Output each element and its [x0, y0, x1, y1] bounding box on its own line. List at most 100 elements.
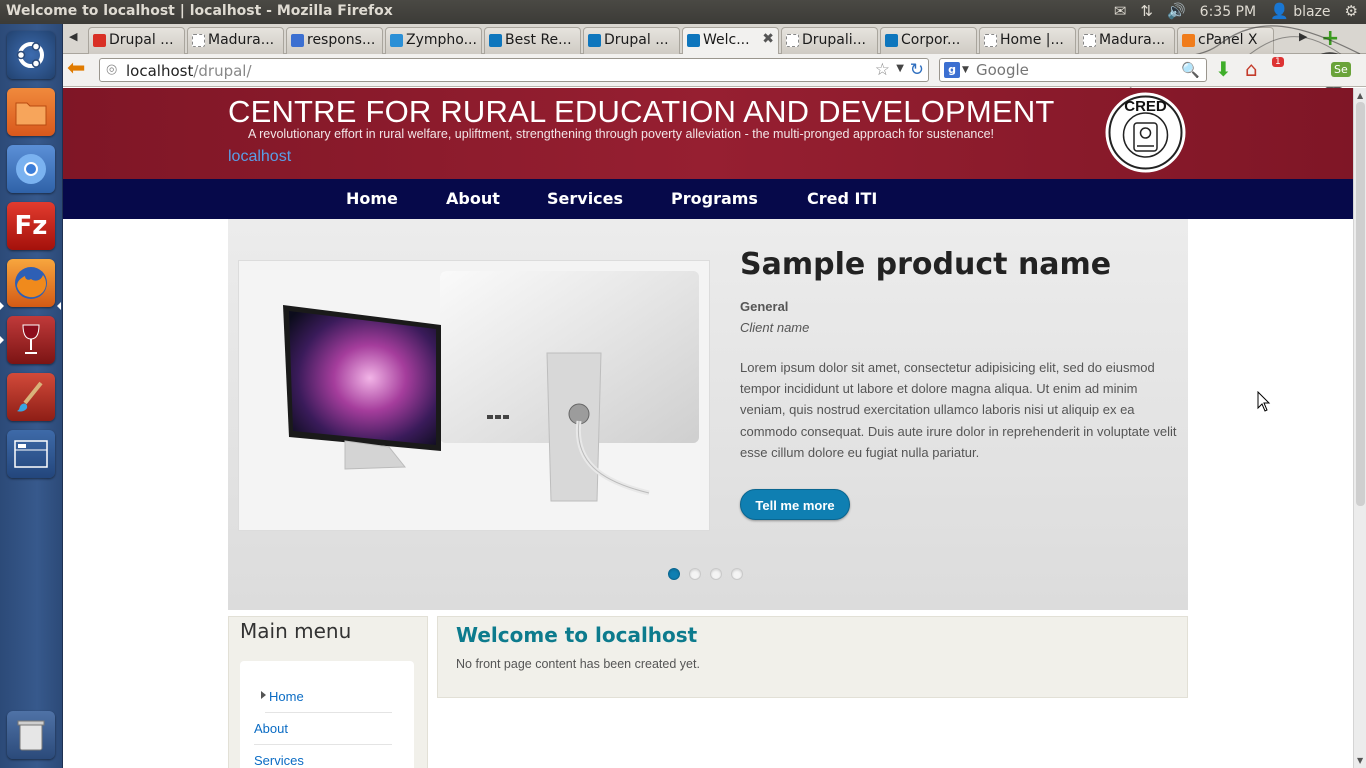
tab-8[interactable]: Drupali...: [781, 27, 878, 54]
url-host: localhost: [126, 62, 194, 80]
scroll-down-icon[interactable]: ▼: [1357, 756, 1363, 765]
main-navigation: Home About Services Programs Cred ITI: [63, 179, 1353, 219]
menu-link-services[interactable]: Services: [254, 753, 392, 768]
tab-label: Drupal ...: [604, 32, 669, 48]
running-indicator: [0, 336, 4, 344]
scrollbar-thumb[interactable]: [1356, 102, 1365, 506]
mail-icon[interactable]: ✉: [1114, 3, 1127, 20]
back-arrow-icon[interactable]: ⬅: [67, 58, 93, 82]
tab-11[interactable]: Madura...: [1078, 27, 1175, 54]
tab-3[interactable]: respons...: [286, 27, 383, 54]
blank-favicon-icon: [786, 34, 799, 47]
tab-close-icon[interactable]: ✖: [762, 31, 774, 47]
url-bar[interactable]: ◎ localhost/drupal/ ☆ ▼ ↻: [99, 58, 929, 82]
volume-icon[interactable]: 🔊: [1167, 3, 1186, 20]
download-arrow-icon[interactable]: ⬇: [1215, 58, 1232, 80]
scroll-up-icon[interactable]: ▲: [1357, 91, 1363, 100]
bookmark-star-icon[interactable]: ☆: [875, 60, 890, 80]
trash-launcher-button[interactable]: [7, 711, 55, 759]
tell-me-more-button[interactable]: Tell me more: [740, 489, 850, 520]
site-name-link[interactable]: localhost: [228, 148, 291, 166]
search-magnifier-icon[interactable]: 🔍: [1181, 61, 1200, 79]
google-engine-icon[interactable]: g: [944, 62, 960, 78]
site-identity-icon[interactable]: ◎: [106, 62, 117, 77]
tab-scroll-left-icon[interactable]: ◀: [69, 30, 77, 43]
nav-about[interactable]: About: [446, 189, 500, 208]
gear-icon[interactable]: ⚙: [1345, 3, 1358, 20]
tab-10[interactable]: Home |...: [979, 27, 1076, 54]
ubuntu-dash-button[interactable]: [7, 31, 55, 79]
menu-link-about[interactable]: About: [254, 721, 392, 745]
tab-4[interactable]: Zympho...: [385, 27, 482, 54]
tab-label: Home |...: [1000, 32, 1064, 48]
slider-dot-4[interactable]: [731, 568, 743, 580]
network-icon[interactable]: ⇅: [1140, 3, 1153, 20]
tab-label: Best Re...: [505, 32, 572, 48]
clock[interactable]: 6:35 PM: [1200, 4, 1256, 20]
paint-launcher-button[interactable]: [7, 373, 55, 421]
tab-scroll-right-icon[interactable]: ▶: [1299, 30, 1307, 43]
firefox-launcher-button[interactable]: [7, 259, 55, 307]
site-slogan: A revolutionary effort in rural welfare,…: [248, 127, 995, 141]
top-panel: Welcome to localhost | localhost - Mozil…: [0, 0, 1366, 24]
page-message: No front page content has been created y…: [456, 657, 700, 671]
site-title[interactable]: CENTRE FOR RURAL EDUCATION AND DEVELOPME…: [228, 94, 1055, 130]
wine-glass-icon: [22, 324, 40, 354]
product-slider: Sample product name General Client name …: [228, 219, 1188, 610]
nav-services[interactable]: Services: [547, 189, 623, 208]
site-header: CENTRE FOR RURAL EDUCATION AND DEVELOPME…: [63, 88, 1353, 179]
tab-label: Welc...: [703, 32, 750, 48]
slider-dot-1[interactable]: [668, 568, 680, 580]
nav-home[interactable]: Home: [346, 189, 398, 208]
running-indicator: [0, 302, 4, 310]
tab-label: cPanel X: [1198, 32, 1258, 48]
tab-6[interactable]: Drupal ...: [583, 27, 680, 54]
slider-pager: [668, 568, 743, 580]
menu-link-label: Services: [254, 753, 304, 768]
page-title: Welcome to localhost: [456, 623, 698, 647]
slide-image-frame: [238, 260, 710, 531]
launcher: Fz: [0, 24, 63, 768]
filezilla-launcher-button[interactable]: Fz: [7, 202, 55, 250]
slider-dot-2[interactable]: [689, 568, 701, 580]
tab-9[interactable]: Corpor...: [880, 27, 977, 54]
blank-favicon-icon: [984, 34, 997, 47]
drupal-favicon-icon: [588, 34, 601, 47]
menu-link-label: Home: [269, 689, 304, 704]
nav-programs[interactable]: Programs: [671, 189, 758, 208]
files-launcher-button[interactable]: [7, 88, 55, 136]
home-icon[interactable]: ⌂: [1245, 58, 1258, 80]
firefox-icon: [15, 267, 47, 299]
slider-dot-3[interactable]: [710, 568, 722, 580]
reload-icon[interactable]: ↻: [910, 60, 924, 80]
wine-launcher-button[interactable]: [7, 316, 55, 364]
tab-7[interactable]: Welc... ✖: [682, 27, 779, 55]
tab-2[interactable]: Madura...: [187, 27, 284, 54]
search-bar[interactable]: g ▼ 🔍: [939, 58, 1207, 82]
workspace-switcher-button[interactable]: [7, 430, 55, 478]
vertical-scrollbar[interactable]: ▲ ▼: [1353, 88, 1366, 768]
ubuntu-logo-icon: [16, 42, 44, 68]
url-text[interactable]: localhost/drupal/: [126, 62, 252, 80]
url-history-dropdown-icon[interactable]: ▼: [896, 63, 904, 74]
chromium-launcher-button[interactable]: [7, 145, 55, 193]
menu-link-home[interactable]: Home: [261, 689, 392, 713]
tab-5[interactable]: Best Re...: [484, 27, 581, 54]
new-tab-plus-icon[interactable]: +: [1321, 26, 1339, 51]
tab-label: Drupali...: [802, 32, 867, 48]
cred-logo[interactable]: CRED: [1104, 91, 1187, 174]
slide-description: Lorem ipsum dolor sit amet, consectetur …: [740, 360, 1177, 460]
tab-1[interactable]: Drupal ...: [88, 27, 185, 54]
tab-label: respons...: [307, 32, 376, 48]
addon-button[interactable]: Se: [1331, 62, 1351, 77]
tab-12[interactable]: cPanel X: [1177, 27, 1274, 54]
zymphonies-favicon-icon: [390, 34, 403, 47]
search-input[interactable]: [976, 61, 1176, 79]
tab-label: Corpor...: [901, 32, 961, 48]
drupal-favicon-icon: [885, 34, 898, 47]
search-engine-dropdown-icon[interactable]: ▼: [962, 65, 969, 75]
trash-icon: [17, 720, 45, 751]
nav-cred-iti[interactable]: Cred ITI: [807, 189, 877, 208]
user-menu[interactable]: 👤 blaze: [1270, 3, 1330, 21]
product-image[interactable]: [249, 271, 699, 521]
